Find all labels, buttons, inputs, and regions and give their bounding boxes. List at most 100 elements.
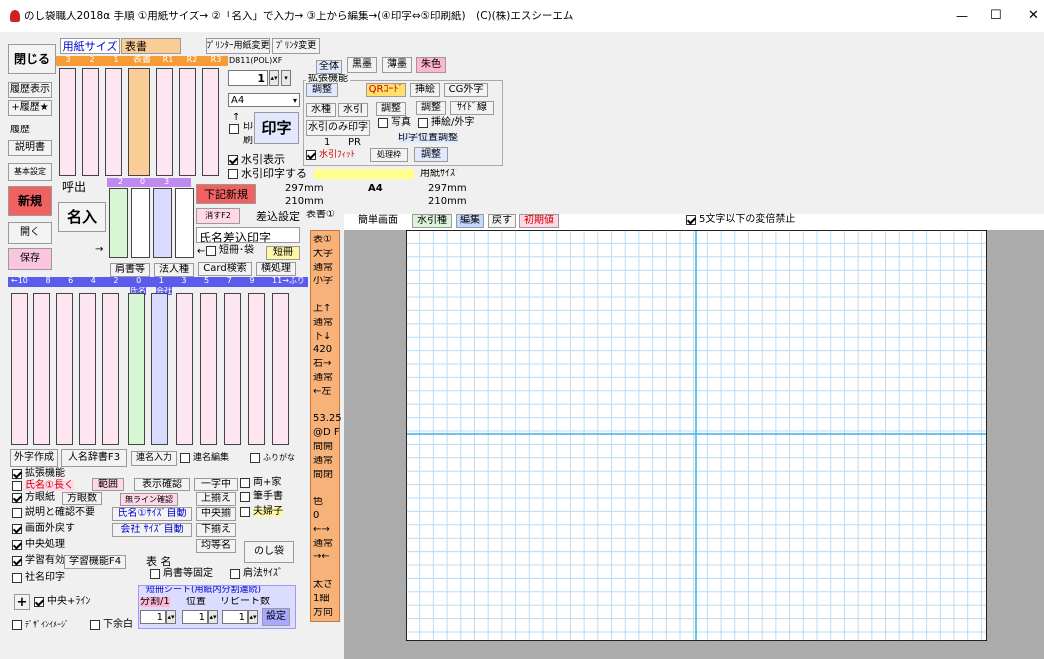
- insert-ext-checkbox[interactable]: 挿絵/外字: [418, 118, 474, 128]
- minimize-button[interactable]: —: [956, 10, 968, 22]
- bottom-margin-checkbox[interactable]: 下余白: [90, 620, 133, 630]
- lower-text-column[interactable]: [79, 293, 96, 445]
- paper-size-select[interactable]: A4 ▾: [228, 93, 300, 107]
- split-set-button[interactable]: 設定: [262, 608, 290, 626]
- renmei-input-button[interactable]: 連名入力: [131, 451, 177, 466]
- design-image-checkbox[interactable]: ﾃﾞｻﾞｲﾝｲﾒｰｼﾞ: [12, 620, 69, 630]
- learn-checkbox[interactable]: 学習有効: [12, 556, 65, 566]
- both-house-checkbox[interactable]: 両+家: [240, 478, 281, 488]
- initial-value-button[interactable]: 初期値: [519, 214, 559, 228]
- name-dict-button[interactable]: 人名辞書F3: [61, 449, 127, 467]
- printer-change-button[interactable]: ﾌﾟﾘﾝﾀ変更: [272, 38, 320, 54]
- copies-input[interactable]: 1: [228, 70, 268, 86]
- lower-new-button[interactable]: 下記新規: [196, 184, 256, 204]
- text-column[interactable]: [59, 68, 76, 176]
- erase-button[interactable]: 消すF2: [196, 208, 240, 224]
- equal-name-button[interactable]: 均等名: [196, 539, 236, 553]
- mizuhiki-show-checkbox[interactable]: 水引表示: [228, 154, 285, 165]
- text-column[interactable]: [105, 68, 122, 176]
- close-app-button[interactable]: 閉じる: [8, 44, 56, 74]
- cg-char-button[interactable]: CG外字: [444, 83, 488, 97]
- yellow-field[interactable]: [314, 169, 414, 179]
- lower-text-column[interactable]: [11, 293, 28, 445]
- split-spin-arrows[interactable]: ▴▾: [166, 610, 176, 624]
- side-style-item[interactable]: @D F: [313, 428, 340, 438]
- adjust-button[interactable]: 調整: [306, 83, 338, 97]
- caller-column[interactable]: [175, 188, 194, 258]
- long-name-checkbox[interactable]: 氏名①長く: [12, 481, 74, 491]
- color-all-button[interactable]: 全体: [316, 60, 342, 74]
- printer-paper-button[interactable]: ﾌﾟﾘﾝﾀｰ用紙変更: [206, 38, 270, 54]
- lower-text-column[interactable]: [200, 293, 217, 445]
- mizuhiki-print-checkbox[interactable]: 水引印字する: [228, 168, 307, 179]
- short-bag-checkbox[interactable]: 短冊･袋: [206, 246, 254, 256]
- corp-type-button[interactable]: 法人種: [154, 263, 194, 277]
- qr-code-button[interactable]: QRｺｰﾄﾞ: [366, 83, 406, 97]
- text-column[interactable]: [82, 68, 99, 176]
- insert-setting-label[interactable]: 差込設定: [256, 211, 300, 222]
- text-column-main[interactable]: [128, 68, 150, 176]
- pos-spin-arrows[interactable]: ▴▾: [208, 610, 218, 624]
- pos-spinner[interactable]: 1: [182, 610, 208, 624]
- side-style-item[interactable]: 通常: [313, 373, 333, 383]
- photo-checkbox[interactable]: 写真: [378, 118, 411, 128]
- text-column[interactable]: [202, 68, 219, 176]
- new-button[interactable]: 新規: [8, 186, 52, 216]
- mizuhiki-button[interactable]: 水引: [338, 103, 368, 117]
- lower-text-column[interactable]: [33, 293, 50, 445]
- line-check-button[interactable]: 無ライン確認: [120, 493, 178, 506]
- repeat-spinner[interactable]: 1: [222, 610, 248, 624]
- name-input-button[interactable]: 名入: [58, 202, 106, 232]
- center-align-button[interactable]: 中央揃: [196, 507, 236, 521]
- range-button[interactable]: 範囲: [92, 478, 124, 491]
- text-column[interactable]: [179, 68, 196, 176]
- text-column[interactable]: [156, 68, 173, 176]
- side-style-item[interactable]: 大字: [313, 249, 333, 259]
- save-button[interactable]: 保存: [8, 248, 52, 270]
- simple-screen-button[interactable]: 簡単画面: [356, 214, 400, 228]
- mizuhiki-fit-checkbox[interactable]: 水引ﾌｨｯﾄ: [306, 150, 355, 160]
- print-button[interactable]: 印字: [254, 112, 299, 144]
- mizuhiki-only-button[interactable]: 水引のみ印字: [306, 120, 370, 136]
- side-style-item[interactable]: 通常: [313, 539, 333, 549]
- split-spinner[interactable]: 1: [140, 610, 166, 624]
- side-line-button[interactable]: ｻｲﾄﾞ線: [450, 101, 494, 115]
- mizuhiki-type-button[interactable]: 水種: [306, 103, 336, 117]
- center-line-checkbox[interactable]: 中央+ﾗｲﾝ: [34, 597, 90, 607]
- insert-image-button[interactable]: 挿絵: [410, 83, 440, 97]
- top-align-button[interactable]: 上揃え: [196, 492, 236, 506]
- lower-text-column[interactable]: [272, 293, 289, 445]
- adjust3-button[interactable]: 調整: [416, 101, 446, 115]
- close-button[interactable]: ✕: [1028, 9, 1039, 22]
- side-style-item[interactable]: 間閉: [313, 470, 333, 480]
- manual-button[interactable]: 説明書: [8, 140, 52, 156]
- side-style-item[interactable]: ←→: [313, 525, 330, 535]
- side-style-item[interactable]: 下↓: [313, 332, 331, 342]
- color-red-button[interactable]: 朱色: [416, 57, 446, 73]
- print-checkbox[interactable]: [229, 124, 242, 134]
- caller-column[interactable]: [153, 188, 172, 258]
- side-style-item[interactable]: 太さ: [313, 580, 333, 590]
- five-char-checkbox[interactable]: 5文字以下の変倍禁止: [686, 215, 795, 225]
- caller-column[interactable]: [109, 188, 128, 258]
- lower-text-column[interactable]: [128, 293, 145, 445]
- short-button[interactable]: 短冊: [266, 246, 300, 260]
- side-style-item[interactable]: 方向: [313, 608, 333, 618]
- kata-fix-checkbox[interactable]: 肩書等固定: [150, 569, 213, 579]
- history-button[interactable]: 履歴表示: [8, 82, 52, 98]
- horizontal-process-button[interactable]: 横処理: [256, 262, 296, 276]
- side-style-item[interactable]: 通常: [313, 456, 333, 466]
- display-check-button[interactable]: 表示確認: [134, 478, 190, 491]
- side-style-item[interactable]: 1細: [313, 594, 329, 604]
- side-style-item[interactable]: 色: [313, 497, 323, 507]
- mizuhiki-type-tab[interactable]: 水引種: [412, 214, 452, 228]
- copies-spinner[interactable]: ▴▾: [269, 70, 279, 86]
- open-button[interactable]: 開く: [8, 222, 52, 244]
- lower-text-column[interactable]: [56, 293, 73, 445]
- paper-size-label[interactable]: 用紙サイズ: [60, 38, 120, 54]
- side-style-item[interactable]: 上↑: [313, 304, 331, 314]
- company-print-checkbox[interactable]: 社名印字: [12, 573, 65, 583]
- grid-num-button[interactable]: 方眼数: [62, 492, 102, 505]
- side-style-item[interactable]: 間開: [313, 442, 333, 452]
- lower-text-column[interactable]: [224, 293, 241, 445]
